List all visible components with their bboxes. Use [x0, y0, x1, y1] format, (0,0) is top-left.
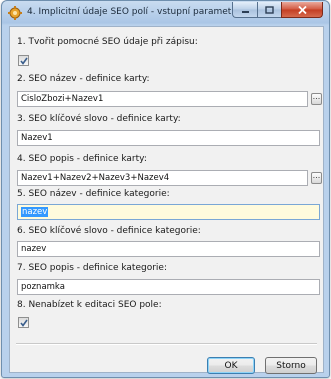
maximize-button[interactable]: [257, 2, 281, 18]
selected-text: nazev: [21, 207, 49, 217]
label-seo-keyword-card: 3. SEO klíčové slovo - definice karty:: [17, 114, 181, 124]
title-bar[interactable]: 4. Implicitní údaje SEO polí - vstupní p…: [2, 1, 329, 25]
close-icon: [297, 5, 307, 14]
checkmark-icon: [20, 57, 28, 65]
checkmark-icon: [20, 319, 28, 327]
cancel-button[interactable]: Storno: [265, 357, 317, 374]
input-seo-name-card[interactable]: CisloZbozi+Nazev1: [17, 91, 308, 107]
gear-icon: [8, 6, 22, 20]
label-no-seo-edit: 8. Nenabízet k editaci SEO pole:: [17, 300, 162, 310]
browse-button-seo-name-card[interactable]: ...: [311, 93, 322, 105]
label-seo-name-category: 5. SEO název - definice kategorie:: [17, 189, 170, 199]
divider: [16, 343, 317, 345]
checkbox-no-seo-edit[interactable]: [18, 317, 29, 328]
minimize-icon: [241, 10, 249, 13]
checkbox-create-seo[interactable]: [18, 55, 29, 66]
label-seo-keyword-category: 6. SEO klíčové slovo - definice kategori…: [17, 226, 201, 236]
label-seo-description-category: 7. SEO popis - definice kategorie:: [17, 263, 167, 273]
maximize-icon: [265, 5, 274, 14]
window-title: 4. Implicitní údaje SEO polí - vstupní p…: [27, 7, 241, 17]
input-seo-name-category[interactable]: nazev: [17, 204, 320, 220]
label-seo-name-card: 2. SEO název - definice karty:: [17, 74, 150, 84]
dialog-body: 1. Tvořit pomocné SEO údaje při zápisu: …: [9, 26, 324, 374]
ok-button[interactable]: OK: [207, 357, 255, 374]
label-create-seo: 1. Tvořit pomocné SEO údaje při zápisu:: [17, 37, 198, 47]
input-seo-description-card[interactable]: Nazev1+Nazev2+Nazev3+Nazev4: [17, 170, 308, 186]
caption-buttons: [232, 2, 323, 19]
dialog-window: 4. Implicitní údaje SEO polí - vstupní p…: [1, 0, 330, 378]
minimize-button[interactable]: [232, 2, 257, 18]
input-seo-keyword-card[interactable]: Nazev1: [17, 130, 320, 146]
close-button[interactable]: [281, 2, 323, 18]
label-seo-description-card: 4. SEO popis - definice karty:: [17, 154, 147, 164]
input-seo-description-category[interactable]: poznamka: [17, 279, 320, 295]
browse-button-seo-description-card[interactable]: ...: [311, 172, 322, 184]
input-seo-keyword-category[interactable]: nazev: [17, 241, 320, 257]
